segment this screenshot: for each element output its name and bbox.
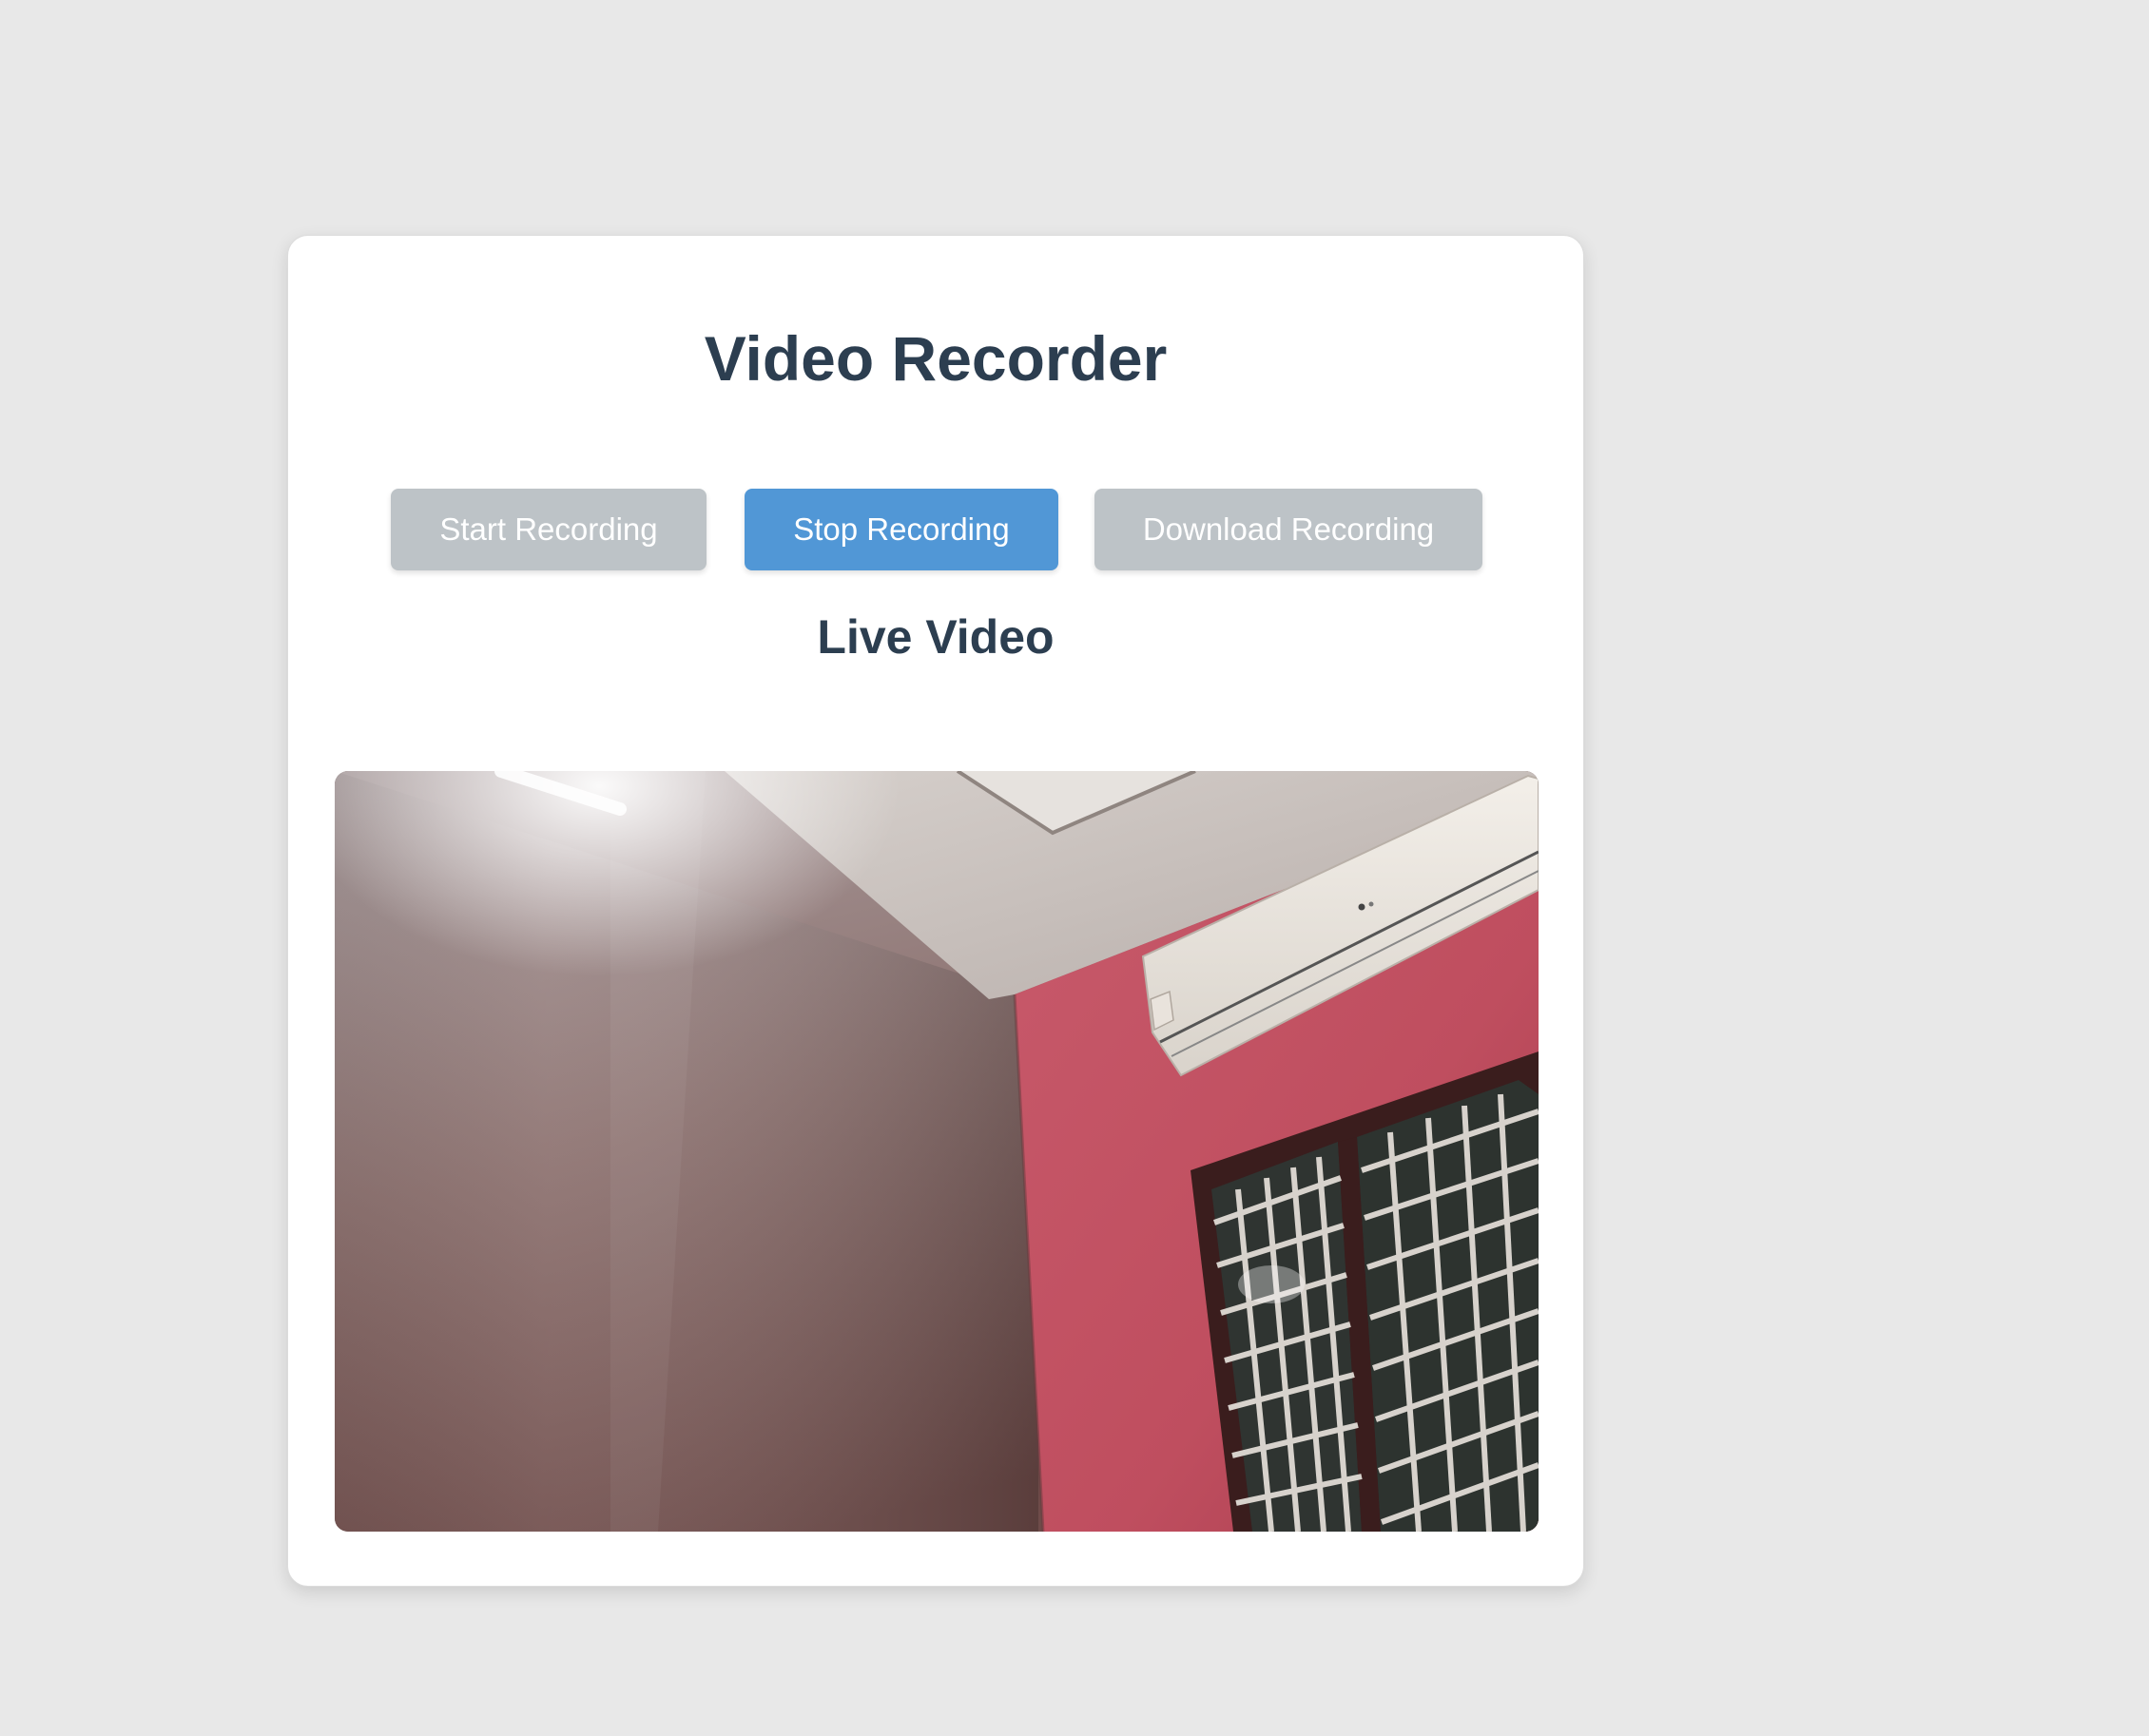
stop-recording-button[interactable]: Stop Recording (745, 489, 1058, 570)
camera-frame-image (335, 771, 1539, 1532)
download-recording-button[interactable]: Download Recording (1094, 489, 1482, 570)
recorder-card: Video Recorder Start Recording Stop Reco… (287, 235, 1584, 1587)
live-video-heading: Live Video (817, 610, 1055, 664)
live-video-feed[interactable] (335, 771, 1539, 1532)
page-title: Video Recorder (704, 323, 1168, 394)
start-recording-button[interactable]: Start Recording (391, 489, 707, 570)
recording-controls: Start Recording Stop Recording Download … (288, 489, 1583, 570)
